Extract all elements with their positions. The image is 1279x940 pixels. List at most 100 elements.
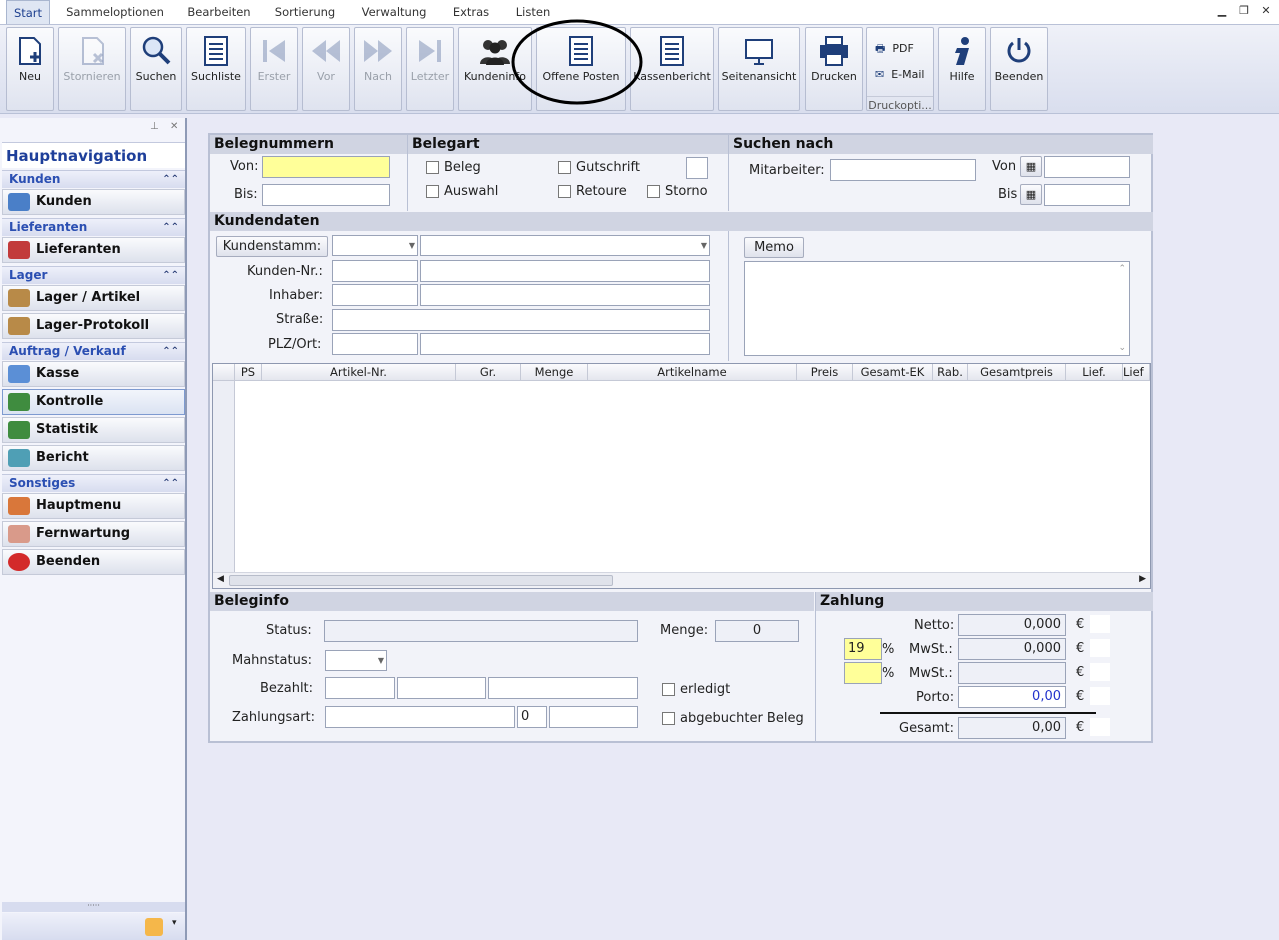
- sidebar-item-fernwartung[interactable]: Fernwartung: [2, 521, 185, 547]
- kundeninfo-button[interactable]: Kundeninfo: [458, 27, 532, 111]
- abgebucht-checkbox[interactable]: [662, 712, 675, 725]
- retoure-checkbox[interactable]: [558, 185, 571, 198]
- beleg-checkbox[interactable]: [426, 161, 439, 174]
- col-ps[interactable]: PS: [235, 364, 262, 381]
- mwst2-rate-input[interactable]: [844, 662, 882, 684]
- scroll-up-icon[interactable]: ⌃: [1118, 264, 1126, 274]
- col-menge[interactable]: Menge: [521, 364, 588, 381]
- bezahlt-input-2[interactable]: [397, 677, 486, 699]
- sidebar-item-kontrolle[interactable]: Kontrolle: [2, 389, 185, 415]
- horizontal-scrollbar[interactable]: ◀ ▶: [213, 572, 1150, 588]
- collapse-icon[interactable]: ⌃⌃: [162, 475, 179, 492]
- customers-icon[interactable]: [145, 918, 163, 936]
- sidebar-item-lager-protokoll[interactable]: Lager-Protokoll: [2, 313, 185, 339]
- beenden-button[interactable]: Beenden: [990, 27, 1048, 111]
- inhaber-name-input[interactable]: [420, 284, 710, 306]
- gutschrift-checkbox[interactable]: [558, 161, 571, 174]
- scroll-right-icon[interactable]: ▶: [1139, 574, 1146, 584]
- sidebar-item-beenden[interactable]: Beenden: [2, 549, 185, 575]
- col-rab[interactable]: Rab.: [933, 364, 968, 381]
- belegart-code-input[interactable]: [686, 157, 708, 179]
- splitter-handle[interactable]: ·····: [2, 902, 185, 912]
- memo-textarea[interactable]: ⌃ ⌄: [744, 261, 1130, 356]
- group-sonstiges[interactable]: Sonstiges ⌃⌃: [2, 474, 185, 492]
- kunden-nr-input[interactable]: [332, 260, 418, 282]
- scroll-left-icon[interactable]: ◀: [217, 574, 224, 584]
- pin-icon[interactable]: ⊥: [150, 121, 159, 132]
- col-artikelname[interactable]: Artikelname: [588, 364, 797, 381]
- sidebar-item-kasse[interactable]: Kasse: [2, 361, 185, 387]
- col-gr[interactable]: Gr.: [456, 364, 521, 381]
- restore-icon[interactable]: ❐: [1236, 4, 1252, 17]
- letzter-button[interactable]: Letzter: [406, 27, 454, 111]
- tab-sortierung[interactable]: Sortierung: [272, 0, 338, 24]
- collapse-icon[interactable]: ⌃⌃: [162, 219, 179, 236]
- col-gesamtpreis[interactable]: Gesamtpreis: [968, 364, 1066, 381]
- vor-button[interactable]: Vor: [302, 27, 350, 111]
- collapse-icon[interactable]: ⌃⌃: [162, 267, 179, 284]
- col-preis[interactable]: Preis: [797, 364, 853, 381]
- porto-input[interactable]: 0,00: [958, 686, 1066, 708]
- collapse-icon[interactable]: ⌃⌃: [162, 343, 179, 360]
- zahlungsart-code-input[interactable]: 0: [517, 706, 547, 728]
- datum-bis-input[interactable]: [1044, 184, 1130, 206]
- sidebar-item-kunden[interactable]: Kunden: [2, 189, 185, 215]
- col-lief-2[interactable]: Lief: [1123, 364, 1150, 381]
- kundenstamm-name-select[interactable]: ▼: [420, 235, 710, 256]
- hilfe-button[interactable]: Hilfe: [938, 27, 986, 111]
- group-lieferanten[interactable]: Lieferanten ⌃⌃: [2, 218, 185, 236]
- bezahlt-input-3[interactable]: [488, 677, 638, 699]
- bezahlt-input-1[interactable]: [325, 677, 395, 699]
- pdf-button[interactable]: 🖶 PDF: [875, 40, 914, 59]
- mahnstatus-select[interactable]: ▼: [325, 650, 387, 671]
- datum-von-input[interactable]: [1044, 156, 1130, 178]
- close-icon[interactable]: ✕: [170, 121, 178, 132]
- sidebar-item-lager-artikel[interactable]: Lager / Artikel: [2, 285, 185, 311]
- tab-extras[interactable]: Extras: [450, 0, 492, 24]
- kundenstamm-select[interactable]: ▼: [332, 235, 418, 256]
- zahlungsart-input[interactable]: [325, 706, 515, 728]
- sidebar-item-hauptmenu[interactable]: Hauptmenu: [2, 493, 185, 519]
- inhaber-input[interactable]: [332, 284, 418, 306]
- drucken-button[interactable]: Drucken: [805, 27, 863, 111]
- tab-verwaltung[interactable]: Verwaltung: [358, 0, 430, 24]
- kunden-nr-extra-input[interactable]: [420, 260, 710, 282]
- strasse-input[interactable]: [332, 309, 710, 331]
- suchen-button[interactable]: Suchen: [130, 27, 182, 111]
- stornieren-button[interactable]: Stornieren: [58, 27, 126, 111]
- close-icon[interactable]: ✕: [1258, 4, 1274, 17]
- minimize-icon[interactable]: ▁: [1214, 4, 1230, 17]
- artikel-grid[interactable]: PS Artikel-Nr. Gr. Menge Artikelname Pre…: [212, 363, 1151, 589]
- memo-button[interactable]: Memo: [744, 237, 804, 258]
- erster-button[interactable]: Erster: [250, 27, 298, 111]
- calendar-icon[interactable]: ▦: [1020, 156, 1042, 177]
- collapse-icon[interactable]: ⌃⌃: [162, 171, 179, 188]
- kundenstamm-button[interactable]: Kundenstamm:: [216, 236, 328, 257]
- chevron-down-icon[interactable]: ▾: [172, 918, 177, 928]
- mwst1-rate-input[interactable]: 19: [844, 638, 882, 660]
- neu-button[interactable]: Neu: [6, 27, 54, 111]
- belegnummer-von-input[interactable]: [262, 156, 390, 178]
- tab-bearbeiten[interactable]: Bearbeiten: [184, 0, 254, 24]
- email-button[interactable]: ✉ E-Mail: [875, 68, 924, 81]
- sidebar-item-bericht[interactable]: Bericht: [2, 445, 185, 471]
- nach-button[interactable]: Nach: [354, 27, 402, 111]
- ort-input[interactable]: [420, 333, 710, 355]
- group-kunden[interactable]: Kunden ⌃⌃: [2, 170, 185, 188]
- col-gesamt-ek[interactable]: Gesamt-EK: [853, 364, 933, 381]
- mitarbeiter-input[interactable]: [830, 159, 976, 181]
- suchliste-button[interactable]: Suchliste: [186, 27, 246, 111]
- col-artikel-nr[interactable]: Artikel-Nr.: [262, 364, 456, 381]
- storno-checkbox[interactable]: [647, 185, 660, 198]
- scroll-down-icon[interactable]: ⌄: [1118, 343, 1126, 353]
- offene-posten-button[interactable]: Offene Posten: [536, 27, 626, 111]
- group-lager[interactable]: Lager ⌃⌃: [2, 266, 185, 284]
- scrollbar-thumb[interactable]: [229, 575, 613, 586]
- calendar-icon[interactable]: ▦: [1020, 184, 1042, 205]
- zahlungsart-extra-input[interactable]: [549, 706, 638, 728]
- tab-listen[interactable]: Listen: [512, 0, 554, 24]
- auswahl-checkbox[interactable]: [426, 185, 439, 198]
- tab-start[interactable]: Start: [6, 0, 50, 24]
- kassenbericht-button[interactable]: Kassenbericht: [630, 27, 714, 111]
- erledigt-checkbox[interactable]: [662, 683, 675, 696]
